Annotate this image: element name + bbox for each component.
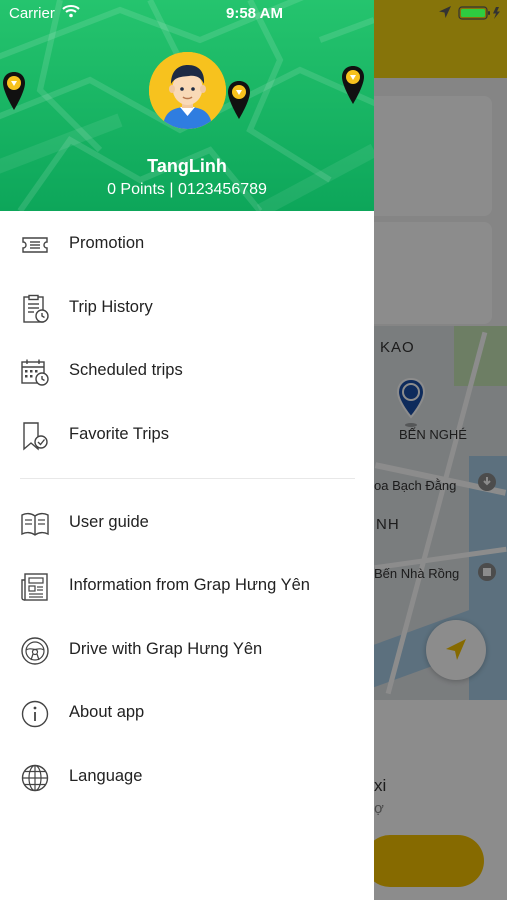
book-icon: [21, 512, 49, 536]
carrier-label: Carrier: [9, 5, 55, 22]
map-pin-icon: [228, 81, 250, 119]
drawer-header: TangLinh 0 Points | 0123456789: [0, 0, 374, 211]
calendar-clock-icon: [21, 359, 49, 386]
menu-item-language[interactable]: Language: [0, 748, 374, 806]
menu-item-label: About app: [69, 703, 145, 721]
navigation-drawer: TangLinh 0 Points | 0123456789 Promotion…: [0, 0, 374, 900]
newspaper-icon: [21, 573, 48, 601]
menu-item-drive-with[interactable]: Drive with Grap Hưng Yên: [0, 621, 374, 679]
map-pin-icon: [342, 66, 364, 104]
steering-wheel-icon: [21, 637, 49, 665]
menu-item-label: Scheduled trips: [69, 361, 183, 379]
menu-item-favorite-trips[interactable]: Favorite Trips: [0, 406, 374, 464]
menu-item-label: Favorite Trips: [69, 425, 169, 443]
menu-item-label: Drive with Grap Hưng Yên: [69, 640, 263, 658]
menu-item-information[interactable]: Information from Grap Hưng Yên: [0, 557, 374, 615]
status-bar: Carrier 9:58 AM: [0, 0, 507, 26]
drawer-overlay[interactable]: [374, 0, 507, 900]
menu-item-promotion[interactable]: Promotion: [0, 215, 374, 273]
background-app: KAO BẾN NGHÉ oa Bạch Đằng NH Bến Nhà Rồn…: [374, 0, 507, 900]
clipboard-clock-icon: [23, 294, 49, 323]
user-points-phone: 0 Points | 0123456789: [107, 181, 267, 198]
menu-item-label: Language: [69, 767, 143, 785]
user-avatar-icon: [149, 52, 226, 129]
battery-icon: [458, 6, 500, 20]
menu-item-label: Information from Grap Hưng Yên: [69, 576, 310, 594]
menu-item-about-app[interactable]: About app: [0, 684, 374, 742]
coupon-icon: [22, 237, 48, 253]
user-name: TangLinh: [147, 156, 227, 176]
wifi-icon: [62, 5, 80, 18]
menu-item-label: User guide: [69, 513, 149, 531]
menu-item-user-guide[interactable]: User guide: [0, 494, 374, 552]
bookmark-check-icon: [23, 422, 48, 451]
menu-divider: [20, 478, 355, 479]
map-pin-icon: [3, 72, 25, 110]
info-icon: [21, 700, 49, 728]
menu-item-scheduled-trips[interactable]: Scheduled trips: [0, 342, 374, 400]
globe-icon: [21, 764, 49, 792]
menu-item-trip-history[interactable]: Trip History: [0, 279, 374, 337]
menu-item-label: Promotion: [69, 234, 145, 252]
location-arrow-icon: [439, 6, 451, 18]
status-time: 9:58 AM: [226, 5, 283, 22]
menu-item-label: Trip History: [69, 298, 153, 316]
avatar[interactable]: [149, 52, 226, 129]
